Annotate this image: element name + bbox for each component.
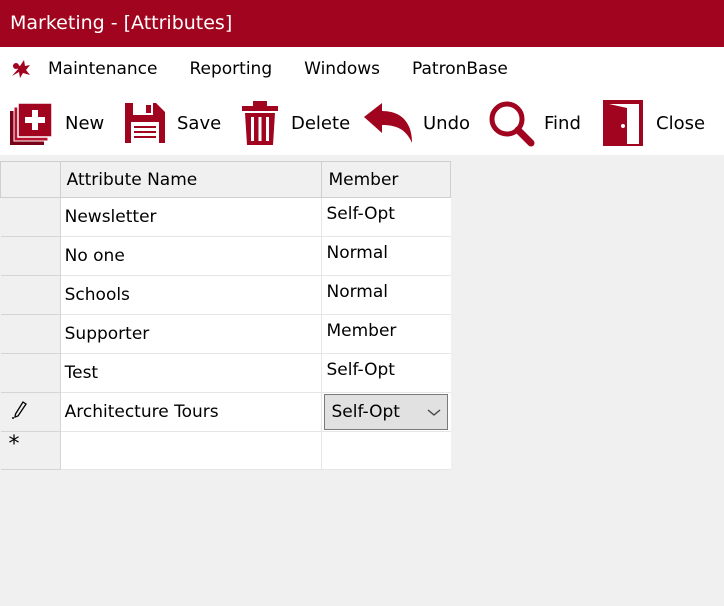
member-cell[interactable]: Normal <box>321 275 451 315</box>
exit-door-icon <box>603 100 643 146</box>
row-selector[interactable] <box>0 275 61 315</box>
find-button[interactable]: Find <box>487 91 581 155</box>
attribute-name-input[interactable]: Architecture Tours <box>60 392 323 432</box>
new-row-marker: * <box>8 432 20 457</box>
chevron-down-icon <box>428 408 441 416</box>
table-row: Schools Normal <box>0 275 451 315</box>
delete-button[interactable]: Delete <box>238 91 350 155</box>
member-select[interactable]: Self-Opt <box>324 394 449 430</box>
member-cell[interactable]: Member <box>321 314 451 354</box>
save-label: Save <box>177 112 222 134</box>
trash-icon <box>242 101 278 145</box>
menu-bar: Maintenance Reporting Windows PatronBase <box>0 47 724 91</box>
close-button[interactable]: Close <box>601 91 705 155</box>
attribute-name-cell[interactable]: No one <box>60 236 323 276</box>
window-title: Marketing - [Attributes] <box>10 12 233 34</box>
attribute-name-cell[interactable]: Newsletter <box>60 197 323 237</box>
row-selector[interactable] <box>0 314 61 354</box>
pencil-icon <box>11 400 27 419</box>
attribute-name-cell[interactable]: Schools <box>60 275 323 315</box>
find-label: Find <box>544 112 581 134</box>
undo-label: Undo <box>423 112 471 134</box>
menu-reporting[interactable]: Reporting <box>189 59 272 79</box>
app-logo-icon[interactable] <box>8 56 34 82</box>
delete-label: Delete <box>291 112 351 134</box>
save-icon <box>125 103 165 143</box>
row-selector[interactable] <box>0 392 61 432</box>
search-icon <box>489 101 535 147</box>
table-row: No one Normal <box>0 236 451 276</box>
attribute-name-cell[interactable]: Test <box>60 353 323 393</box>
new-button[interactable]: New <box>8 91 104 155</box>
attribute-name-cell[interactable] <box>60 431 323 470</box>
editing-row: Architecture Tours Self-Opt <box>0 392 451 432</box>
table-row: Test Self-Opt <box>0 353 451 393</box>
menu-windows[interactable]: Windows <box>304 59 380 79</box>
row-selector[interactable]: * <box>0 431 61 470</box>
undo-button[interactable]: Undo <box>362 91 470 155</box>
new-icon <box>10 102 53 145</box>
menu-maintenance[interactable]: Maintenance <box>48 59 157 79</box>
header-row-selector[interactable] <box>0 161 61 198</box>
toolbar: New Save Delete Undo Find Close <box>0 91 724 155</box>
member-cell[interactable]: Self-Opt <box>321 353 451 393</box>
attributes-grid: Attribute Name Member Newsletter Self-Op… <box>0 161 451 470</box>
attribute-name-cell[interactable]: Supporter <box>60 314 323 354</box>
member-cell[interactable] <box>321 431 451 470</box>
row-selector[interactable] <box>0 353 61 393</box>
table-row: Newsletter Self-Opt <box>0 197 451 237</box>
row-selector[interactable] <box>0 197 61 237</box>
menu-patronbase[interactable]: PatronBase <box>412 59 508 79</box>
column-header-member[interactable]: Member <box>321 161 451 198</box>
new-label: New <box>65 112 105 134</box>
table-row: Supporter Member <box>0 314 451 354</box>
member-select-value: Self-Opt <box>331 402 400 422</box>
member-cell[interactable]: Normal <box>321 236 451 276</box>
undo-arrow-icon <box>364 103 412 143</box>
new-record-row: * <box>0 431 451 470</box>
column-header-attribute-name[interactable]: Attribute Name <box>59 161 323 198</box>
title-bar: Marketing - [Attributes] <box>0 0 724 47</box>
close-label: Close <box>656 112 706 134</box>
row-selector[interactable] <box>0 236 61 276</box>
member-cell[interactable]: Self-Opt <box>321 197 451 237</box>
save-button[interactable]: Save <box>122 91 221 155</box>
grid-header-row: Attribute Name Member <box>0 161 451 198</box>
